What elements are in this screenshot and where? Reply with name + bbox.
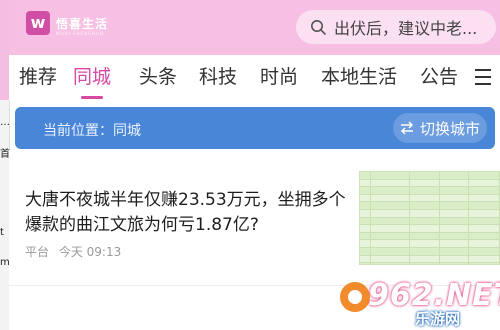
tab-announcements[interactable]: 公告 xyxy=(420,65,458,89)
thumbnail-table-row xyxy=(360,255,500,264)
category-tabs: 推荐 同城 头条 科技 时尚 本地生活 公告 xyxy=(9,55,500,101)
brand-subtitle: WUXI SHENGHUO xyxy=(56,31,105,36)
site-watermark: 962.NET 乐游网 xyxy=(340,276,500,328)
article-title[interactable]: 大唐不夜城半年仅赚23.53万元，坐拥多个爆款的曲江文旅为何亏1.87亿? xyxy=(25,188,350,238)
search-bar[interactable]: 出伏后，建议中老... xyxy=(296,10,496,44)
article-thumbnail[interactable] xyxy=(359,171,500,265)
app-logo-icon[interactable]: w xyxy=(26,11,50,35)
tab-technology[interactable]: 科技 xyxy=(199,65,237,89)
thumbnail-table-row xyxy=(360,209,500,218)
active-tab-indicator xyxy=(81,96,103,99)
tab-local-city[interactable]: 同城 xyxy=(73,65,111,89)
thumbnail-table-row xyxy=(360,240,500,248)
brand-name: 悟喜生活 xyxy=(56,17,109,31)
thumbnail-table-row xyxy=(360,194,500,203)
location-bar: 当前位置：同城 切换城市 xyxy=(15,107,495,149)
article-meta: 平台 今天 09:13 xyxy=(25,243,127,260)
menu-icon[interactable] xyxy=(475,69,491,85)
search-placeholder: 出伏后，建议中老... xyxy=(334,19,478,38)
app-header: w 悟喜生活 WUXI SHENGHUO 出伏后，建议中老... xyxy=(9,0,500,55)
thumbnail-table-row xyxy=(360,247,500,256)
search-icon xyxy=(311,20,326,35)
thumbnail-table-row xyxy=(360,225,500,233)
switch-city-button[interactable]: 切换城市 xyxy=(393,113,487,143)
thumbnail-table-row xyxy=(360,232,500,241)
watermark-logo-inner xyxy=(348,290,362,304)
swap-arrows-icon xyxy=(400,121,414,135)
switch-city-label: 切换城市 xyxy=(419,119,480,138)
thumbnail-table-row xyxy=(360,179,500,188)
tab-headlines[interactable]: 头条 xyxy=(139,65,177,89)
current-location-label: 当前位置：同城 xyxy=(43,123,141,139)
thumbnail-table-row xyxy=(360,202,500,210)
watermark-subtext: 乐游网 xyxy=(415,310,461,328)
tab-fashion[interactable]: 时尚 xyxy=(260,65,298,89)
background-window-glyph: t xyxy=(0,227,4,238)
background-window-glyph: … xyxy=(0,117,10,128)
thumbnail-table-row xyxy=(360,172,500,180)
thumbnail-table-row xyxy=(360,187,500,195)
article-source: 平台 xyxy=(25,245,50,259)
tab-local-life[interactable]: 本地生活 xyxy=(321,65,397,89)
thumbnail-table-row xyxy=(360,263,500,264)
tab-recommend[interactable]: 推荐 xyxy=(19,65,57,89)
background-window-header xyxy=(0,0,9,100)
thumbnail-table-row xyxy=(360,217,500,226)
article-time: 今天 09:13 xyxy=(58,245,122,259)
